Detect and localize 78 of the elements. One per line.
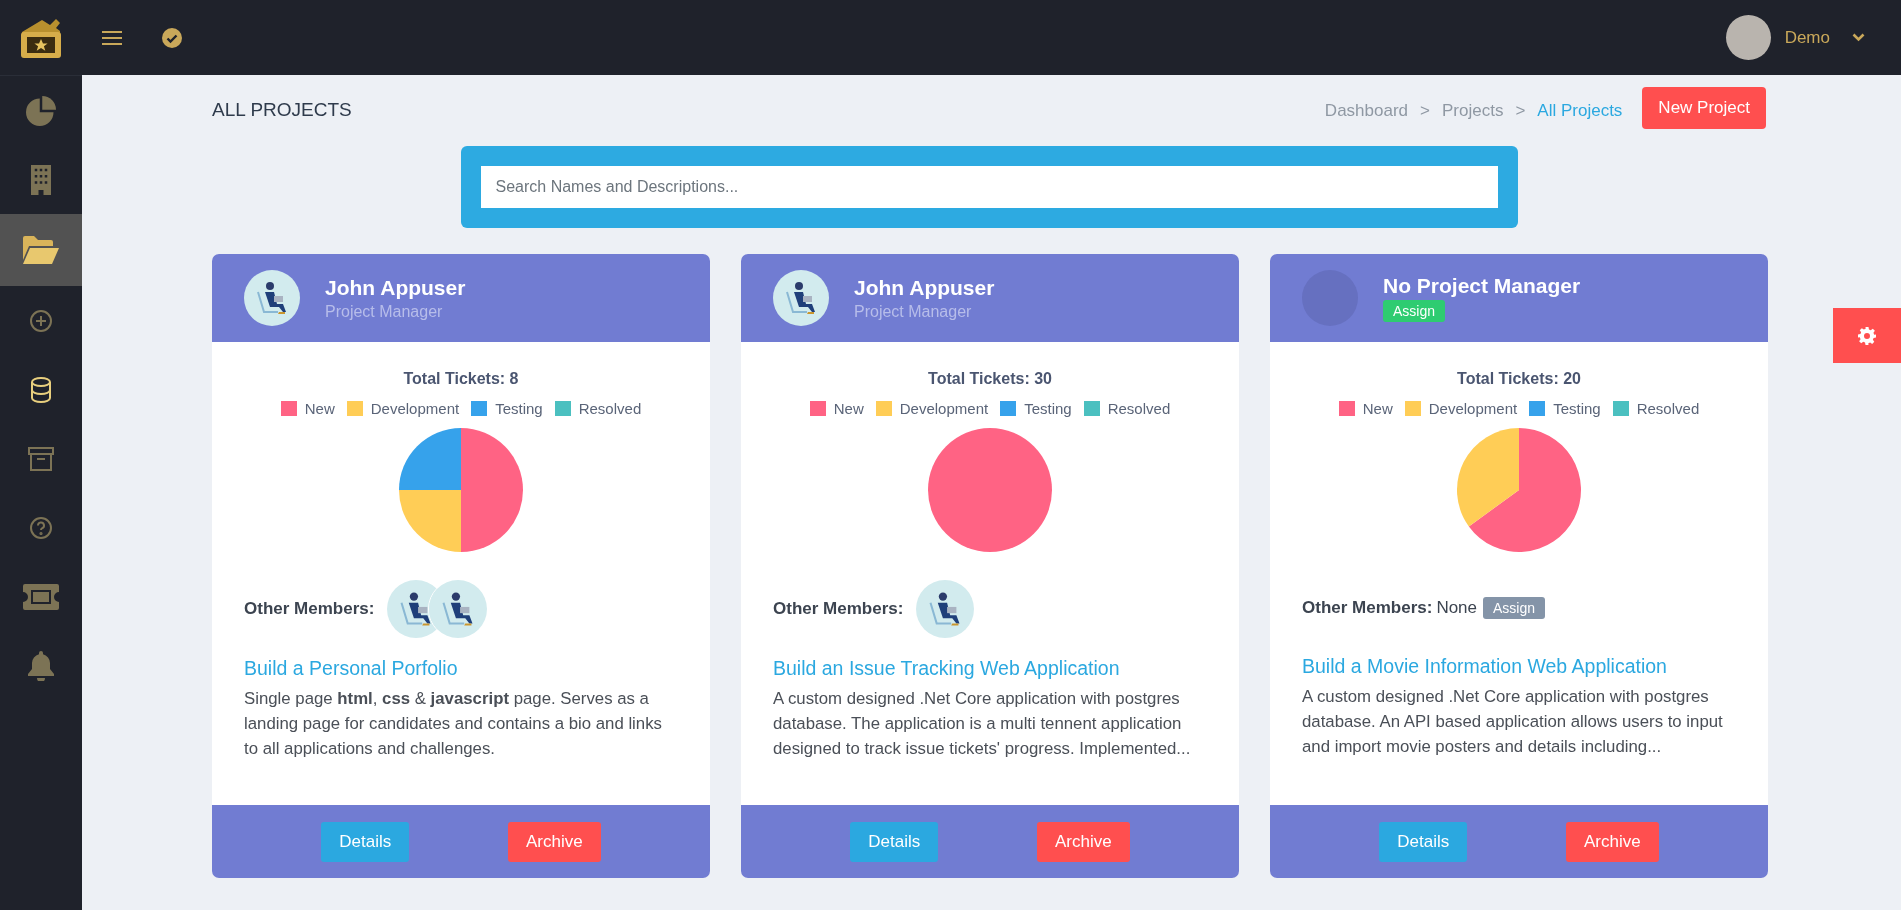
member-avatar <box>915 579 976 639</box>
legend-label[interactable]: New <box>1362 400 1393 417</box>
member-avatar <box>428 579 489 639</box>
breadcrumb-separator: > <box>1420 101 1430 121</box>
members-none-text: None <box>1436 598 1477 618</box>
archive-button[interactable]: Archive <box>1036 821 1130 862</box>
legend-label[interactable]: Testing <box>495 400 543 417</box>
settings-icon[interactable] <box>1833 308 1901 363</box>
legend-swatch <box>875 401 892 416</box>
bell-icon <box>28 650 54 681</box>
breadcrumb-link[interactable]: Dashboard <box>1324 101 1409 121</box>
assign-button[interactable]: Assign <box>1383 300 1446 322</box>
folder-icon <box>23 236 59 264</box>
new-project-button[interactable]: New Project <box>1642 87 1766 129</box>
archive-button[interactable]: Archive <box>507 821 601 862</box>
manager-role: Project Manager <box>325 302 444 321</box>
legend-swatch <box>1612 401 1629 416</box>
chart-title: Total Tickets: 20 <box>1457 370 1581 388</box>
archive-button[interactable]: Archive <box>1565 821 1659 862</box>
details-button[interactable]: Details <box>1379 821 1468 862</box>
project-description: A custom designed .Net Core application with postgres database. The application is a multi tennent application designed to track issue tickets' progress. Implemented... <box>773 688 1192 760</box>
user-name[interactable]: Demo <box>1784 27 1830 48</box>
breadcrumb-separator: > <box>1515 101 1526 121</box>
help-icon <box>29 515 53 540</box>
chart-title: Total Tickets: 30 <box>928 370 1052 388</box>
breadcrumb-link[interactable]: Projects <box>1441 101 1504 121</box>
manager-name: No Project Manager <box>1383 274 1581 298</box>
caret-icon[interactable] <box>1852 33 1865 42</box>
page-title: ALL PROJECTS <box>212 99 353 121</box>
legend-swatch <box>1338 401 1355 416</box>
members-label: Other Members: <box>773 599 904 619</box>
project-title-link[interactable]: Build a Personal Porfolio <box>244 657 678 680</box>
legend-swatch <box>1000 401 1017 416</box>
plus-circle-icon <box>29 308 53 333</box>
breadcrumb-link[interactable]: All Projects <box>1537 101 1623 121</box>
legend-swatch <box>1404 401 1421 416</box>
legend-label[interactable]: Resolved <box>1636 400 1700 417</box>
legend-label[interactable]: Development <box>899 400 989 417</box>
legend-label[interactable]: New <box>833 400 864 417</box>
archive-box-icon <box>28 446 54 471</box>
ticket-icon <box>23 583 59 610</box>
assign-members-button[interactable]: Assign <box>1483 597 1546 619</box>
manager-avatar <box>773 270 829 326</box>
legend-swatch <box>346 401 363 416</box>
legend-label[interactable]: Testing <box>1024 400 1072 417</box>
legend-swatch <box>280 401 297 416</box>
legend-swatch <box>809 401 826 416</box>
legend-swatch <box>1529 401 1546 416</box>
chart-title: Total Tickets: 8 <box>403 370 519 388</box>
project-description: Single page html, css & javascript page. Serves as a landing page for candidates and contains a bio and links to all applications and challenges. <box>244 688 663 760</box>
check-circle-icon[interactable] <box>162 27 182 48</box>
search-field[interactable]: Search Names and Descriptions... <box>480 166 1498 208</box>
manager-avatar <box>244 270 300 326</box>
legend-label[interactable]: Testing <box>1553 400 1601 417</box>
members-label: Other Members: <box>1302 598 1433 618</box>
menu-icon[interactable] <box>102 29 122 46</box>
building-icon <box>29 164 53 195</box>
details-button[interactable]: Details <box>321 821 410 862</box>
legend-swatch <box>471 401 488 416</box>
details-button[interactable]: Details <box>850 821 939 862</box>
legend-swatch <box>1083 401 1100 416</box>
manager-role: Project Manager <box>854 302 973 321</box>
legend-label[interactable]: Development <box>1428 400 1518 417</box>
legend-swatch <box>554 401 571 416</box>
project-description: A custom designed .Net Core application with postgres database. An API based application allows users to input and import movie posters and details including... <box>1302 686 1724 758</box>
user-avatar[interactable] <box>1725 15 1771 60</box>
legend-label[interactable]: New <box>304 400 335 417</box>
legend-label[interactable]: Resolved <box>578 400 642 417</box>
manager-name: John Appuser <box>325 275 466 300</box>
database-icon <box>30 376 52 403</box>
pie-chart-icon <box>26 95 56 126</box>
members-label: Other Members: <box>244 599 375 619</box>
sidebar-item[interactable] <box>0 214 82 286</box>
project-title-link[interactable]: Build an Issue Tracking Web Application <box>773 657 1207 680</box>
manager-name: John Appuser <box>854 275 995 300</box>
project-title-link[interactable]: Build a Movie Information Web Application <box>1302 655 1736 678</box>
legend-label[interactable]: Development <box>370 400 460 417</box>
legend-label[interactable]: Resolved <box>1107 400 1171 417</box>
